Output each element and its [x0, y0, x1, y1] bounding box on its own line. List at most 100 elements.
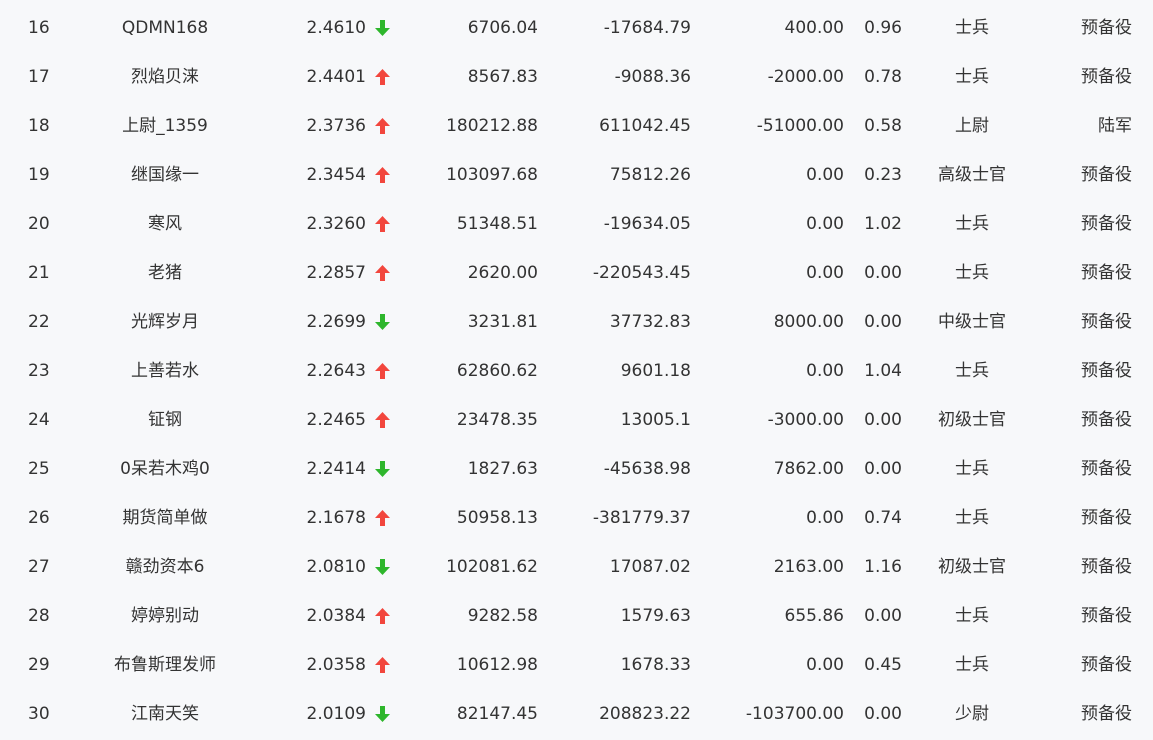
value-cell-2: 9601.18 [620, 361, 691, 381]
value-cell-1: 3231.81 [467, 312, 538, 332]
military-rank-cell: 初级士官 [938, 410, 1006, 430]
branch-cell: 预备役 [1081, 263, 1132, 283]
score-cell: 2.4610 [306, 18, 366, 38]
arrow-up-icon [374, 249, 392, 298]
value-cell-4: 1.02 [864, 214, 902, 234]
name-cell: 婷婷别动 [131, 606, 199, 626]
table-row[interactable]: 19 继国缘一 2.3454 103097.68 75812.26 0.00 0.23 高级士… [0, 151, 1153, 200]
value-cell-1: 9282.58 [467, 606, 538, 626]
military-rank-cell: 士兵 [955, 67, 989, 87]
value-cell-2: -9088.36 [614, 67, 691, 87]
branch-cell: 预备役 [1081, 606, 1132, 626]
military-rank-cell: 士兵 [955, 508, 989, 528]
table-row[interactable]: 24 钲钢 2.2465 23478.35 13005.1 -3000.00 0.00 初级士… [0, 396, 1153, 445]
value-cell-1: 23478.35 [456, 410, 538, 430]
value-cell-2: -17684.79 [603, 18, 691, 38]
table-row[interactable]: 17 烈焰贝涞 2.4401 8567.83 -9088.36 -2000.00 0.78 士… [0, 53, 1153, 102]
branch-cell: 预备役 [1081, 312, 1132, 332]
arrow-down-icon [374, 4, 392, 53]
rank-cell: 29 [28, 655, 50, 675]
value-cell-4: 0.96 [864, 18, 902, 38]
table-row[interactable]: 20 寒风 2.3260 51348.51 -19634.05 0.00 1.02 士兵 预备役 [0, 200, 1153, 249]
branch-cell: 预备役 [1081, 557, 1132, 577]
value-cell-2: -19634.05 [603, 214, 691, 234]
arrow-down-icon [374, 445, 392, 494]
arrow-up-icon [374, 53, 392, 102]
table-row[interactable]: 29 布鲁斯理发师 2.0358 10612.98 1678.33 0.00 0.45 士兵 预… [0, 641, 1153, 690]
rank-cell: 21 [28, 263, 50, 283]
name-cell: QDMN168 [121, 18, 209, 38]
table-row[interactable]: 25 0呆若木鸡0 2.2414 1827.63 -45638.98 7862.00 0.0… [0, 445, 1153, 494]
branch-cell: 预备役 [1081, 361, 1132, 381]
military-rank-cell: 上尉 [955, 116, 989, 136]
value-cell-4: 0.00 [864, 606, 902, 626]
table-row[interactable]: 22 光辉岁月 2.2699 3231.81 37732.83 8000.00 0.00 中级… [0, 298, 1153, 347]
score-cell: 2.2643 [306, 361, 366, 381]
branch-cell: 预备役 [1081, 410, 1132, 430]
score-cell: 2.3454 [306, 165, 366, 185]
score-cell: 2.0109 [306, 704, 366, 724]
value-cell-4: 0.74 [864, 508, 902, 528]
military-rank-cell: 士兵 [955, 655, 989, 675]
value-cell-2: 1678.33 [620, 655, 691, 675]
value-cell-4: 0.58 [864, 116, 902, 136]
arrow-down-icon [374, 690, 392, 739]
rank-cell: 26 [28, 508, 50, 528]
value-cell-4: 0.00 [864, 312, 902, 332]
name-cell: 上尉_1359 [122, 116, 208, 136]
score-cell: 2.0810 [306, 557, 366, 577]
value-cell-1: 62860.62 [456, 361, 538, 381]
value-cell-3: 0.00 [806, 361, 844, 381]
branch-cell: 预备役 [1081, 459, 1132, 479]
name-cell: 寒风 [148, 214, 182, 234]
rank-cell: 28 [28, 606, 50, 626]
value-cell-1: 1827.63 [467, 459, 538, 479]
value-cell-1: 103097.68 [446, 165, 538, 185]
value-cell-4: 1.16 [864, 557, 902, 577]
branch-cell: 预备役 [1081, 18, 1132, 38]
score-cell: 2.3736 [306, 116, 366, 136]
value-cell-2: -220543.45 [592, 263, 691, 283]
value-cell-1: 51348.51 [456, 214, 538, 234]
rank-cell: 20 [28, 214, 50, 234]
name-cell: 上善若水 [131, 361, 199, 381]
table-row[interactable]: 16 QDMN168 2.4610 6706.04 -17684.79 400.00 0.9… [0, 4, 1153, 53]
arrow-up-icon [374, 102, 392, 151]
table-row[interactable]: 30 江南天笑 2.0109 82147.45 208823.22 -103700.00 0… [0, 690, 1153, 739]
military-rank-cell: 士兵 [955, 606, 989, 626]
value-cell-3: 0.00 [806, 655, 844, 675]
table-row[interactable]: 27 赣劲资本6 2.0810 102081.62 17087.02 2163.00 1.1… [0, 543, 1153, 592]
value-cell-2: 75812.26 [609, 165, 691, 185]
arrow-up-icon [374, 592, 392, 641]
score-cell: 2.3260 [306, 214, 366, 234]
table-row[interactable]: 23 上善若水 2.2643 62860.62 9601.18 0.00 1.04 士兵 预备役 [0, 347, 1153, 396]
value-cell-2: -381779.37 [592, 508, 691, 528]
value-cell-1: 50958.13 [456, 508, 538, 528]
score-cell: 2.2414 [306, 459, 366, 479]
table-row[interactable]: 28 婷婷别动 2.0384 9282.58 1579.63 655.86 0.00 士兵 预备… [0, 592, 1153, 641]
value-cell-3: 2163.00 [773, 557, 844, 577]
value-cell-4: 0.00 [864, 263, 902, 283]
name-cell: 继国缘一 [131, 165, 199, 185]
branch-cell: 预备役 [1081, 67, 1132, 87]
military-rank-cell: 高级士官 [938, 165, 1006, 185]
name-cell: 老猪 [148, 263, 182, 283]
table-row[interactable]: 26 期货简单做 2.1678 50958.13 -381779.37 0.00 0.74 士… [0, 494, 1153, 543]
value-cell-3: 400.00 [784, 18, 844, 38]
score-cell: 2.4401 [306, 67, 366, 87]
table-row[interactable]: 18 上尉_1359 2.3736 180212.88 611042.45 -51000.… [0, 102, 1153, 151]
value-cell-3: -51000.00 [756, 116, 844, 136]
military-rank-cell: 中级士官 [938, 312, 1006, 332]
value-cell-4: 1.04 [864, 361, 902, 381]
rank-cell: 16 [28, 18, 50, 38]
military-rank-cell: 初级士官 [938, 557, 1006, 577]
name-cell: 光辉岁月 [131, 312, 199, 332]
value-cell-2: 37732.83 [609, 312, 691, 332]
rank-cell: 23 [28, 361, 50, 381]
military-rank-cell: 士兵 [955, 361, 989, 381]
value-cell-1: 180212.88 [446, 116, 538, 136]
arrow-up-icon [374, 200, 392, 249]
branch-cell: 预备役 [1081, 214, 1132, 234]
table-row[interactable]: 21 老猪 2.2857 2620.00 -220543.45 0.00 0.00 士兵 预备役 [0, 249, 1153, 298]
branch-cell: 预备役 [1081, 655, 1132, 675]
